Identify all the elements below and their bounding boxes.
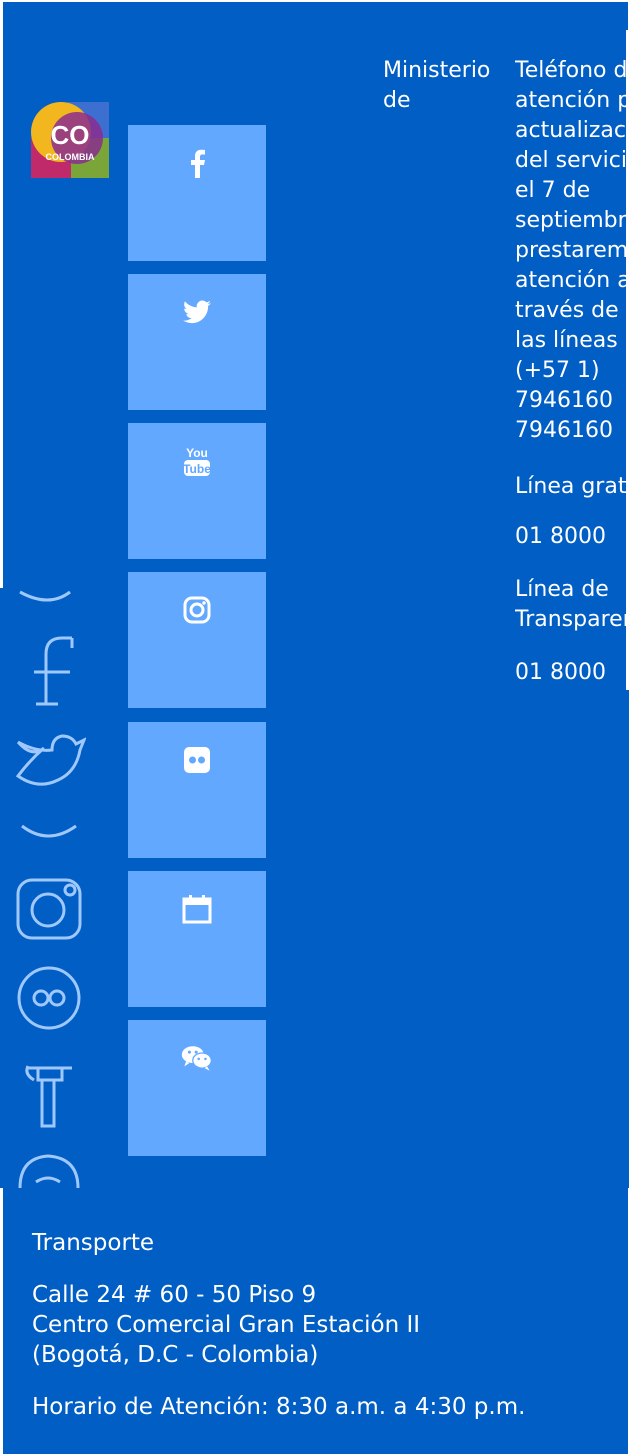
footer-info: Transporte Calle 24 # 60 - 50 Piso 9 Cen… [32, 1228, 532, 1422]
phone-note: Teléfono de atención por actualización d… [515, 58, 629, 443]
linea-gratuita-label: Línea gratuita [515, 474, 629, 499]
entity-name: Transporte [32, 1230, 155, 1256]
wechat-icon [181, 1042, 213, 1074]
colombia-logo[interactable]: CO COLOMBIA [31, 102, 109, 178]
twitter-outline-icon [15, 734, 86, 786]
contact-column: Teléfono de atención por actualización d… [515, 56, 629, 688]
office-hours: Horario de Atención: 8:30 a.m. a 4:30 p.… [32, 1394, 526, 1420]
twitter-icon [181, 296, 213, 328]
instagram-icon [181, 594, 213, 626]
address-line: Centro Comercial Gran Estación II [32, 1312, 421, 1338]
tumblr-outline-icon [25, 1065, 72, 1128]
facebook-button[interactable] [128, 125, 266, 261]
instagram-outline-icon [16, 878, 82, 940]
logo-text: CO [51, 120, 90, 150]
linea-transparencia-label: Línea de Transparencia [515, 577, 629, 632]
smile-outline-icon [18, 1154, 80, 1189]
calendar-icon [181, 893, 213, 925]
wechat-button[interactable] [128, 1020, 266, 1156]
address-line: (Bogotá, D.C - Colombia) [32, 1342, 319, 1368]
calendar-button[interactable] [128, 871, 266, 1007]
decorative-social-strip [14, 590, 86, 1190]
youtube-icon: You Tube [181, 445, 213, 477]
svg-text:You: You [186, 446, 208, 460]
facebook-outline-icon [34, 636, 74, 706]
flickr-icon [181, 744, 213, 776]
linea-transparencia-number[interactable]: 01 8000 [515, 658, 629, 688]
twitter-button[interactable] [128, 274, 266, 410]
svg-text:Tube: Tube [183, 462, 211, 476]
address: Calle 24 # 60 - 50 Piso 9 Centro Comerci… [32, 1280, 532, 1370]
logo-subtext: COLOMBIA [46, 152, 95, 162]
instagram-button[interactable] [128, 572, 266, 708]
linea-gratuita-number[interactable]: 01 8000 [515, 522, 629, 552]
youtube-button[interactable]: You Tube [128, 423, 266, 559]
facebook-icon [181, 147, 213, 179]
address-line: Calle 24 # 60 - 50 Piso 9 [32, 1282, 317, 1308]
ministerio-label: Ministerio de [383, 58, 491, 113]
flickr-button[interactable] [128, 722, 266, 858]
